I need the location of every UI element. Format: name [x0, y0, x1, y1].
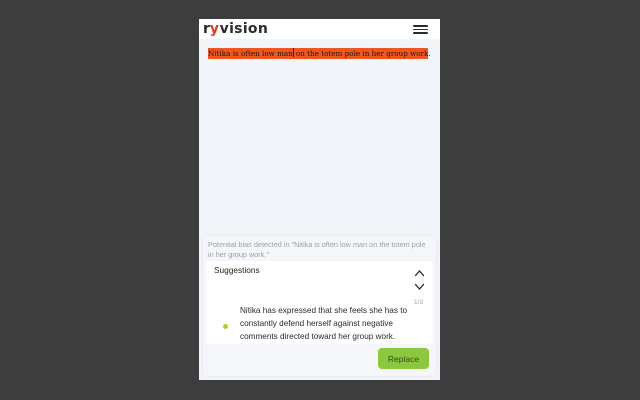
revision-panel: r y vision Nitika is often low man on the …: [199, 19, 440, 380]
suggestion-bullet-icon: [223, 324, 228, 329]
replace-button[interactable]: Replace: [378, 348, 429, 369]
suggestions-title: Suggestions: [214, 265, 260, 275]
bias-detected-message: Potential bias detected in "Nitika is of…: [208, 240, 426, 260]
suggestions-box: Suggestions 1/3 Nitika has expressed tha…: [206, 261, 433, 344]
revision-logo: r y vision: [203, 21, 269, 37]
document-text[interactable]: Nitika is often low man on the totem pol…: [208, 48, 431, 59]
bias-suggestion-card: Potential bias detected in "Nitika is of…: [203, 236, 436, 376]
chevron-down-icon[interactable]: [414, 283, 425, 291]
hamburger-menu-icon[interactable]: [413, 23, 428, 35]
app-header: r y vision: [199, 19, 440, 39]
suggestion-counter: 1/3: [414, 299, 424, 306]
biased-phrase-highlight[interactable]: Nitika is often low man on the totem pol…: [208, 48, 429, 59]
suggestion-text[interactable]: Nitika has expressed that she feels she …: [240, 304, 412, 343]
chevron-up-icon[interactable]: [414, 269, 425, 277]
